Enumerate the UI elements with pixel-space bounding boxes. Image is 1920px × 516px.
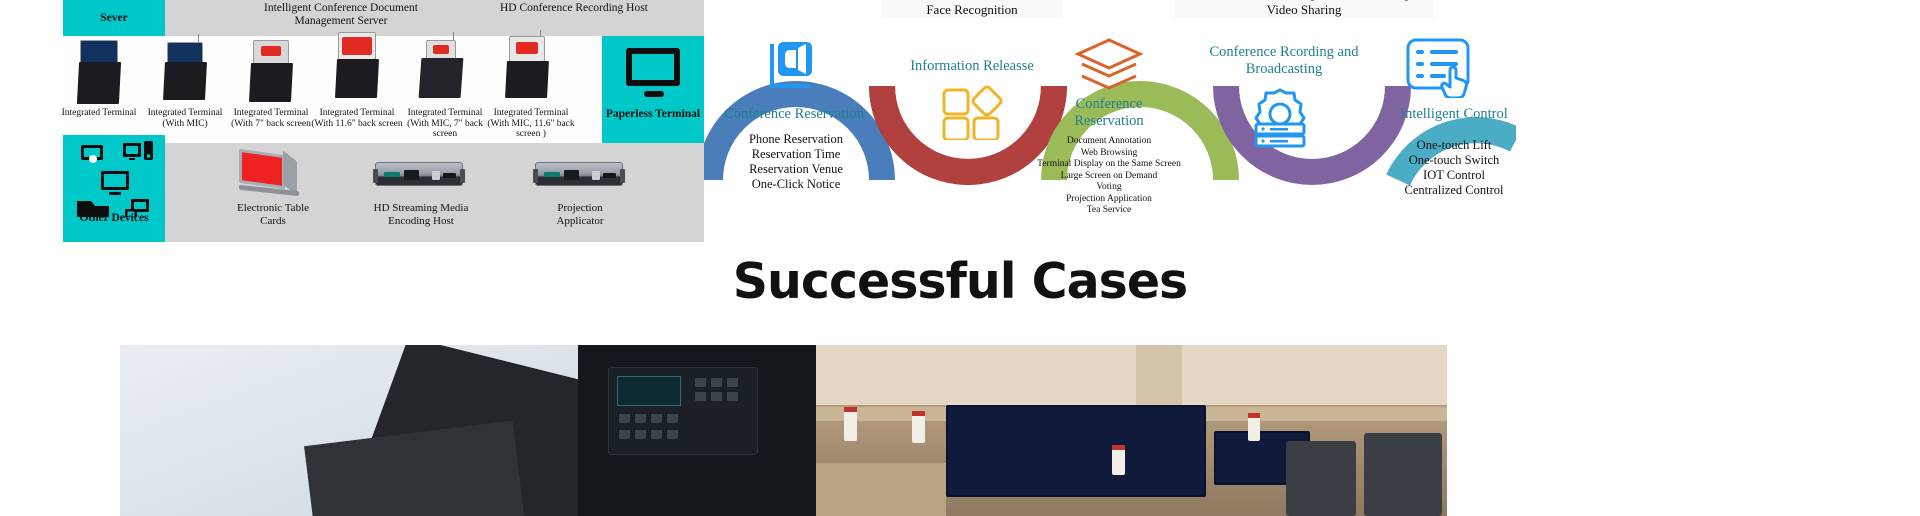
case-photo-3 <box>816 345 1447 516</box>
section-items-3: Document Annotation Web Browsing Termina… <box>994 136 1224 217</box>
terminal-caption-2: Integrated Terminal (With MIC) <box>147 108 223 129</box>
terminal-device-5 <box>407 32 475 104</box>
meeting-chair <box>1286 441 1356 516</box>
electronic-table-card-device <box>239 148 301 197</box>
projection-applicator-label: Projection Applicator <box>556 202 604 227</box>
product-overview-panel: Sever Intelligent Conference Document Ma… <box>62 0 704 242</box>
terminal-device-2 <box>151 34 219 104</box>
case-photo-strip <box>120 345 1447 516</box>
list-item: Web Browsing <box>1080 147 1138 158</box>
touch-list-icon <box>1404 36 1476 103</box>
water-bottle <box>912 411 925 443</box>
terminal-caption-6: Integrated Terminal (With MIC, 11.6" bac… <box>487 108 575 139</box>
header-hd-host-label: HD Conference Recording Host <box>500 2 648 14</box>
terminal-caption-5: Integrated Terminal (With MIC, 7" back s… <box>407 108 483 139</box>
meeting-chair <box>1364 433 1442 516</box>
terminal-caption-1: Integrated Terminal <box>61 108 137 118</box>
list-item: Reservation Time <box>751 147 841 161</box>
list-item: Reservation Venue <box>749 162 843 176</box>
list-item: Phone Reservation <box>748 132 844 146</box>
list-item: Document Annotation <box>1066 136 1152 146</box>
terminal-device-4 <box>323 32 391 104</box>
presentation-board-icon <box>762 38 820 101</box>
streaming-encoder-device <box>373 162 465 186</box>
section-title-3: Conference Reservation <box>1044 96 1174 130</box>
terminal-device-1 <box>65 38 133 104</box>
list-item: Voting <box>1096 182 1122 192</box>
list-item: Centralized Control <box>1404 183 1504 197</box>
header-server-label: Sever <box>63 0 165 36</box>
header-document-server-label: Intelligent Conference Document Manageme… <box>264 2 418 27</box>
paperless-terminal-label: Paperless Terminal <box>605 108 701 120</box>
paperless-terminal-cell <box>602 36 704 143</box>
control-panel-device <box>608 367 758 455</box>
other-devices-label: Other Devices <box>79 212 149 224</box>
section-title-1: Conference Reservation <box>724 106 864 122</box>
list-item: Projection Application <box>1066 193 1152 204</box>
list-item: Terminal Display on the Same Screen <box>1037 159 1181 169</box>
section-items-5: One-touch Lift One-touch Switch IOT Cont… <box>1334 138 1574 198</box>
server-gear-icon <box>1242 86 1318 153</box>
case-photo-1 <box>120 345 578 516</box>
page-title: Successful Cases <box>732 253 1188 310</box>
list-item: One-touch Switch <box>1408 153 1500 167</box>
terminal-caption-4: Integrated Terminal (With 11.6" back scr… <box>311 108 403 129</box>
monitor-icon <box>626 48 680 97</box>
projection-applicator-device <box>533 162 625 186</box>
streaming-encoder-label: HD Streaming Media Encoding Host <box>373 202 469 227</box>
terminal-caption-3: Integrated Terminal (With 7" back screen <box>231 108 311 129</box>
section-top-items-2: Advertisement Face Recognition <box>882 0 1062 18</box>
section-top-items-4: Conference Recording and Broadcasting Vi… <box>1174 0 1434 18</box>
terminal-device-3 <box>237 36 305 104</box>
section-title-4: Conference Rcording and Broadcasting <box>1184 44 1384 78</box>
terminal-device-6 <box>493 30 561 104</box>
water-bottle <box>1248 413 1260 441</box>
list-item: Face Recognition <box>926 2 1018 17</box>
case-photo-2 <box>578 345 816 516</box>
workflow-infographic: Conference Reservation Phone Reservation… <box>704 0 1516 245</box>
other-devices-icons <box>63 135 165 242</box>
section-title-3-text: Conference Reservation <box>1074 96 1144 129</box>
meeting-monitor <box>946 405 1206 497</box>
list-item: Large Screen on Demand <box>1060 170 1158 181</box>
list-item: IOT Control <box>1423 168 1485 182</box>
section-title-4-text: Conference Rcording and Broadcasting <box>1209 44 1359 77</box>
list-item: Video Sharing <box>1266 2 1342 17</box>
water-bottle <box>844 407 857 441</box>
list-item: Tea Service <box>1086 205 1132 215</box>
section-items-1: Phone Reservation Reservation Time Reser… <box>696 132 896 192</box>
layers-icon <box>1074 36 1144 103</box>
section-title-5: Intelligent Control <box>1400 106 1508 122</box>
electronic-table-card-label: Electronic Table Cards <box>236 202 310 227</box>
section-title-2: Information Releasse <box>910 58 1034 74</box>
page-root: Sever Intelligent Conference Document Ma… <box>0 0 1920 516</box>
photo-roof-shape-2 <box>304 420 526 516</box>
list-item: One-touch Lift <box>1416 138 1492 152</box>
list-item: One-Click Notice <box>751 177 841 191</box>
water-bottle <box>1112 445 1125 475</box>
